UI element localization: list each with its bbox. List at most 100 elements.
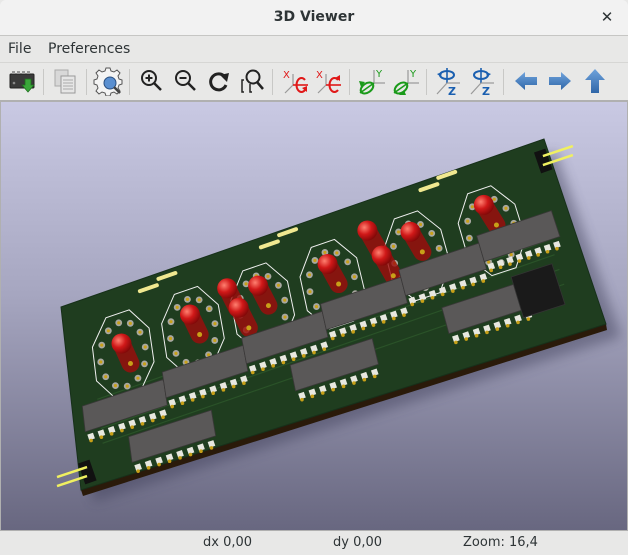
socket-pad-hole (283, 315, 287, 319)
rotate-x-ccw-button[interactable]: X (313, 66, 343, 96)
svg-text:Y: Y (375, 69, 383, 80)
display-options-button[interactable] (93, 66, 123, 97)
ic-pad (495, 327, 500, 331)
ic-pad (454, 340, 458, 345)
socket-pad-hole (143, 345, 147, 349)
ic-pad (361, 326, 366, 331)
socket-pad-hole (106, 329, 110, 333)
socket-pad-hole (136, 376, 140, 380)
socket-pad-hole (308, 290, 312, 294)
status-dy: dy 0,00 (333, 535, 383, 550)
ic-pad (471, 282, 475, 287)
ic-pad (99, 435, 104, 439)
ic-pad (371, 323, 376, 327)
ic-pad (281, 360, 286, 365)
zoom-in-button[interactable] (137, 66, 167, 96)
toolbar-separator (503, 69, 504, 95)
ic-pad (190, 398, 195, 402)
reload-board-icon (9, 71, 35, 93)
socket-pad-hole (99, 360, 103, 364)
menu-file[interactable]: File (8, 41, 31, 57)
socket-pad-hole (430, 231, 434, 235)
reload-board-button[interactable] (7, 66, 37, 96)
ic-pad (180, 401, 185, 405)
ic-pad (372, 374, 377, 379)
led-dome (473, 194, 494, 215)
redraw-icon (209, 72, 229, 92)
ic-pad (526, 317, 531, 321)
socket-pad-hole (335, 251, 339, 255)
ic-pad (157, 462, 161, 467)
led-pad (419, 249, 425, 255)
socket-pad-hole (184, 360, 188, 364)
settings-icon (93, 67, 123, 97)
ic-pad (201, 394, 205, 399)
rotate-x-cw-icon: X (283, 70, 308, 94)
led-dome (228, 297, 249, 318)
rotate-z-cw-button[interactable]: Z (433, 66, 463, 98)
move-right-icon (549, 72, 571, 90)
socket-pad-hole (418, 222, 423, 227)
socket-pad-hole (197, 298, 201, 302)
move-up-button[interactable] (580, 66, 610, 96)
close-button[interactable]: ✕ (598, 8, 616, 26)
zoom-fit-button[interactable] (237, 66, 267, 96)
socket-pad-hole (346, 260, 350, 264)
ic-pad (536, 253, 540, 257)
rotate-z-ccw-button[interactable]: Z (467, 66, 497, 98)
ic-pad (261, 367, 265, 371)
rotate-y-cw-button[interactable]: Y (356, 66, 386, 96)
menu-preferences[interactable]: Preferences (48, 41, 130, 57)
toolbar-separator (129, 69, 130, 95)
zoom-out-button[interactable] (171, 66, 201, 96)
ic-pad (130, 425, 135, 429)
ic-pad (312, 350, 316, 355)
ic-pad (545, 249, 550, 254)
3d-viewport[interactable] (0, 100, 628, 531)
ic-pad (136, 469, 140, 473)
socket-pad-hole (142, 362, 147, 366)
socket-pad-hole (504, 206, 508, 210)
status-bar: dx 0,00 dy 0,00 Zoom: 16,4 (0, 531, 628, 555)
ic-pad (178, 456, 182, 460)
ic-pad (146, 466, 151, 470)
move-left-icon (515, 72, 537, 90)
led-pad (390, 273, 396, 279)
ic-pad (440, 292, 445, 297)
rotate-y-ccw-icon: Y (393, 69, 419, 95)
copy-to-clipboard-icon (54, 69, 76, 94)
ic-pad (485, 330, 489, 335)
ic-pad (517, 259, 522, 263)
ic-pad (351, 330, 355, 334)
socket-pad-hole (244, 282, 248, 286)
led-pad (493, 222, 499, 228)
ic-pad (167, 459, 172, 463)
svg-text:X: X (283, 70, 290, 81)
led-dome (357, 220, 378, 241)
ic-pad (489, 268, 494, 273)
ic-pad (209, 446, 214, 450)
led-dome (179, 304, 200, 325)
ic-pad (331, 336, 335, 341)
svg-text:X: X (316, 70, 323, 81)
ic-pad (170, 404, 175, 409)
redraw-button[interactable] (204, 66, 234, 96)
led-pad (127, 360, 133, 366)
rotate-z-ccw-icon: Z (470, 68, 494, 98)
ic-pad (526, 256, 531, 260)
ic-pad (341, 333, 345, 337)
ic-pad (464, 337, 469, 341)
move-left-button[interactable] (511, 66, 541, 96)
socket-pad-hole (487, 260, 491, 264)
rotate-y-ccw-button[interactable]: Y (390, 66, 420, 96)
socket-pad-hole (185, 297, 190, 301)
socket-pad-hole (207, 307, 211, 311)
rotate-x-cw-button[interactable]: X (280, 66, 310, 96)
ic-pad (381, 320, 386, 324)
ic-pad (140, 422, 145, 426)
ic-pad (498, 265, 503, 270)
ic-pad (199, 449, 203, 454)
move-right-button[interactable] (545, 66, 575, 96)
copy-clipboard-button[interactable] (50, 66, 80, 96)
3d-viewer-window: 3D Viewer ✕ File Preferences X X Y Y Z Z… (0, 0, 628, 555)
